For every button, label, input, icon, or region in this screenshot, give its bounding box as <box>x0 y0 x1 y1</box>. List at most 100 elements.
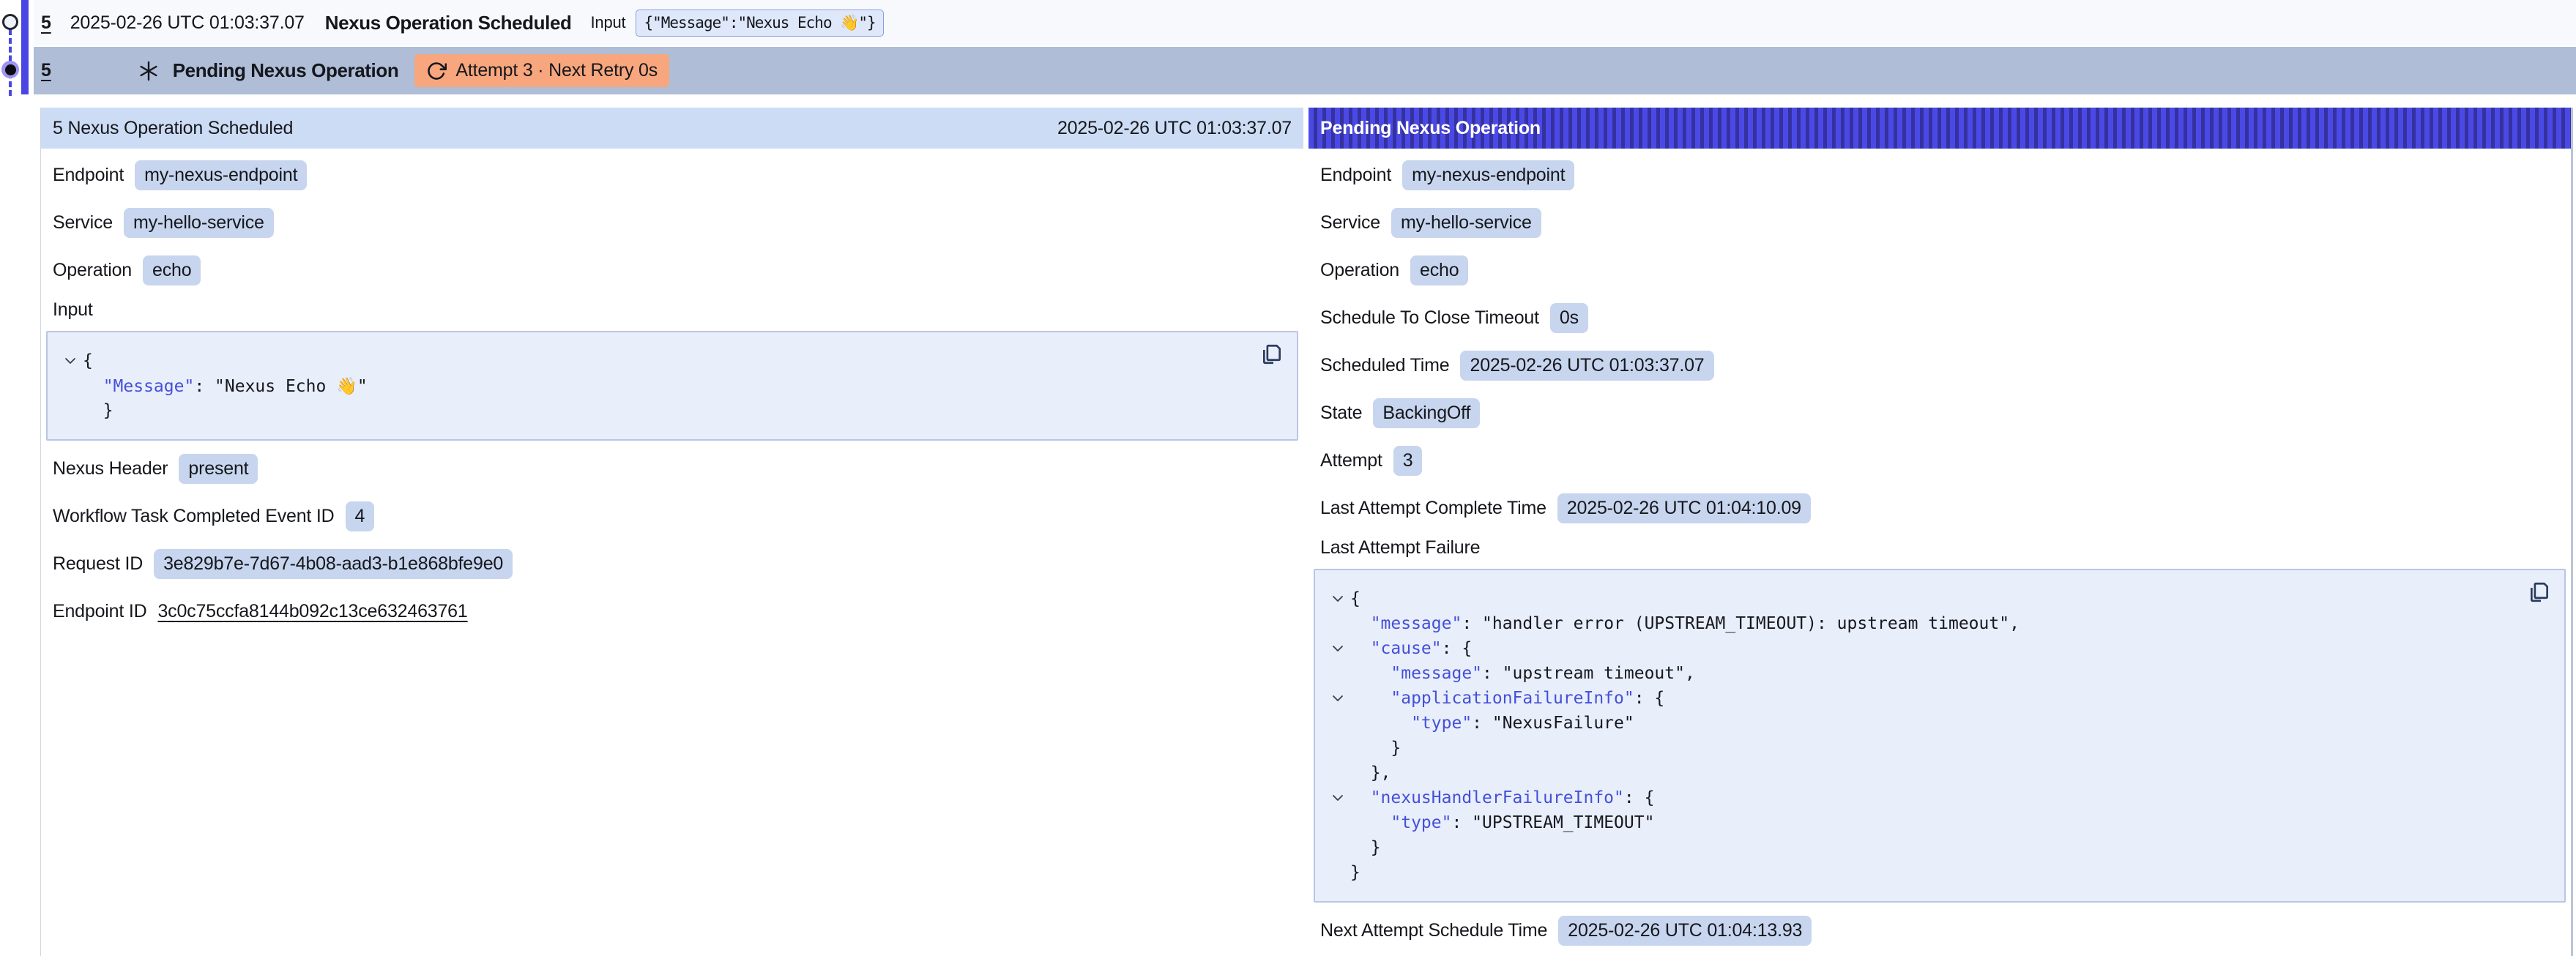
section-label: Last Attempt Failure <box>1309 532 2571 563</box>
field-label: Endpoint <box>1320 165 1391 186</box>
field-label: Scheduled Time <box>1320 355 1449 376</box>
field-value-badge: echo <box>1410 255 1468 285</box>
event-timestamp: 2025-02-26 UTC 01:03:37.07 <box>70 12 305 34</box>
field-row: Endpoint my-nexus-endpoint <box>41 152 1303 199</box>
code-line: { <box>58 348 1253 373</box>
field-value-badge: 2025-02-26 UTC 01:04:10.09 <box>1557 493 1811 523</box>
code-line: } <box>1325 860 2520 885</box>
field-label: Attempt <box>1320 450 1382 471</box>
selected-event-indicator-bar <box>21 0 29 94</box>
event-row-pending-nexus-operation[interactable]: 5 Pending Nexus Operation Attempt 3 · Ne… <box>34 47 2576 94</box>
attempt-retry-badge: Attempt 3 · Next Retry 0s <box>414 54 669 87</box>
field-value-badge: my-hello-service <box>124 208 274 238</box>
attempt-retry-text: Attempt 3 · Next Retry 0s <box>455 60 658 81</box>
field-label: Workflow Task Completed Event ID <box>53 506 335 527</box>
code-line: } <box>1325 835 2520 860</box>
field-value-badge: my-hello-service <box>1391 208 1541 238</box>
field-value-badge: 2025-02-26 UTC 01:03:37.07 <box>1460 351 1713 381</box>
code-line: "applicationFailureInfo": { <box>1325 686 2520 711</box>
code-line: "type": "NexusFailure" <box>1325 711 2520 736</box>
field-label: Next Attempt Schedule Time <box>1320 920 1547 941</box>
field-row: Service my-hello-service <box>41 199 1303 247</box>
field-label: Schedule To Close Timeout <box>1320 307 1539 329</box>
collapse-chevron-icon[interactable] <box>1325 695 1350 702</box>
field-row: Scheduled Time 2025-02-26 UTC 01:03:37.07 <box>1309 342 2571 389</box>
field-row: Endpoint my-nexus-endpoint <box>1309 152 2571 199</box>
collapse-chevron-icon[interactable] <box>1325 794 1350 802</box>
event-row-nexus-operation-scheduled[interactable]: 5 2025-02-26 UTC 01:03:37.07 Nexus Opera… <box>34 0 2576 45</box>
section-label: Input <box>41 294 1303 325</box>
field-value-badge: echo <box>143 255 201 285</box>
code-line: } <box>58 398 1253 423</box>
code-line: { <box>1325 586 2520 611</box>
field-value-badge: BackingOff <box>1373 398 1480 428</box>
field-row: Nexus Header present <box>41 445 1303 493</box>
field-label: Nexus Header <box>53 458 168 479</box>
event-title: Nexus Operation Scheduled <box>325 12 572 34</box>
event-detail-panel-pending: Pending Nexus Operation Endpoint my-nexus… <box>1309 108 2571 956</box>
code-line: "Message": "Nexus Echo 👋" <box>58 373 1253 398</box>
pending-event-title: Pending Nexus Operation <box>173 59 399 82</box>
event-input-label: Input <box>591 13 626 32</box>
field-row: Service my-hello-service <box>1309 199 2571 247</box>
field-label: Operation <box>1320 260 1399 281</box>
field-label: Endpoint <box>53 165 124 186</box>
field-row: Operation echo <box>1309 247 2571 294</box>
field-label: Request ID <box>53 553 143 575</box>
field-value-badge: my-nexus-endpoint <box>135 160 307 190</box>
timeline-open-dot-icon <box>2 14 18 30</box>
field-value-badge: 2025-02-26 UTC 01:04:13.93 <box>1558 916 1812 946</box>
collapse-chevron-icon[interactable] <box>1325 595 1350 602</box>
code-line: } <box>1325 736 2520 761</box>
pending-panel-header: Pending Nexus Operation <box>1309 108 2571 149</box>
collapse-chevron-icon[interactable] <box>58 357 83 365</box>
field-row: Last Attempt Complete Time 2025-02-26 UTC… <box>1309 485 2571 532</box>
field-value-badge: my-nexus-endpoint <box>1402 160 1574 190</box>
code-line: "nexusHandlerFailureInfo": { <box>1325 785 2520 810</box>
field-value-badge: 3 <box>1393 446 1423 476</box>
scheduled-panel-timestamp: 2025-02-26 UTC 01:03:37.07 <box>1057 118 1292 139</box>
pending-spinner-icon <box>138 60 160 82</box>
field-row: Workflow Task Completed Event ID 4 <box>41 493 1303 540</box>
retry-icon <box>426 61 447 81</box>
scheduled-panel-header: 5 Nexus Operation Scheduled 2025-02-26 U… <box>41 108 1303 149</box>
field-value-badge: 4 <box>346 501 375 531</box>
field-value-link[interactable]: 3c0c75ccfa8144b092c13ce632463761 <box>157 601 467 622</box>
event-input-preview-chip: {"Message":"Nexus Echo 👋"} <box>636 10 883 37</box>
pending-panel-body: Endpoint my-nexus-endpoint Service my-hello… <box>1309 149 2571 955</box>
field-row: Operation echo <box>41 247 1303 294</box>
field-row: Schedule To Close Timeout 0s <box>1309 294 2571 342</box>
field-row: Next Attempt Schedule Time 2025-02-26 UTC… <box>1309 907 2571 955</box>
scheduled-panel-body: Endpoint my-nexus-endpoint Service my-hello… <box>41 149 1303 635</box>
failure-code-block: { "message": "handler error (UPSTREAM_TI… <box>1314 569 2566 903</box>
field-label: Service <box>53 212 113 234</box>
event-details-container: 5 Nexus Operation Scheduled 2025-02-26 U… <box>40 108 2573 956</box>
field-value-badge: present <box>179 454 258 484</box>
pending-event-id-link[interactable]: 5 <box>41 60 51 81</box>
field-label: Last Attempt Complete Time <box>1320 498 1546 519</box>
copy-button[interactable] <box>2528 580 2551 606</box>
code-line: "cause": { <box>1325 636 2520 661</box>
code-line: }, <box>1325 761 2520 785</box>
field-row: Request ID 3e829b7e-7d67-4b08-aad3-b1e868… <box>41 540 1303 588</box>
field-row: Attempt 3 <box>1309 437 2571 485</box>
code-line: "message": "upstream timeout", <box>1325 661 2520 686</box>
timeline-active-dot-icon <box>1 61 19 78</box>
field-label: Endpoint ID <box>53 601 146 622</box>
code-line: "message": "handler error (UPSTREAM_TIME… <box>1325 611 2520 636</box>
collapse-chevron-icon[interactable] <box>1325 645 1350 652</box>
field-row: Endpoint ID 3c0c75ccfa8144b092c13ce632463… <box>41 588 1303 635</box>
field-label: State <box>1320 403 1362 424</box>
field-label: Service <box>1320 212 1380 234</box>
field-value-badge: 0s <box>1550 303 1588 333</box>
field-row: State BackingOff <box>1309 389 2571 437</box>
event-detail-panel-scheduled: 5 Nexus Operation Scheduled 2025-02-26 U… <box>41 108 1303 956</box>
field-value-badge: 3e829b7e-7d67-4b08-aad3-b1e868bfe9e0 <box>154 549 513 579</box>
pending-panel-title: Pending Nexus Operation <box>1320 118 1541 139</box>
scheduled-panel-title: 5 Nexus Operation Scheduled <box>53 118 293 139</box>
input-code-block: { "Message": "Nexus Echo 👋" } <box>46 331 1298 441</box>
field-label: Operation <box>53 260 132 281</box>
event-id-link[interactable]: 5 <box>41 12 51 34</box>
copy-button[interactable] <box>1260 343 1284 368</box>
code-line: "type": "UPSTREAM_TIMEOUT" <box>1325 810 2520 835</box>
